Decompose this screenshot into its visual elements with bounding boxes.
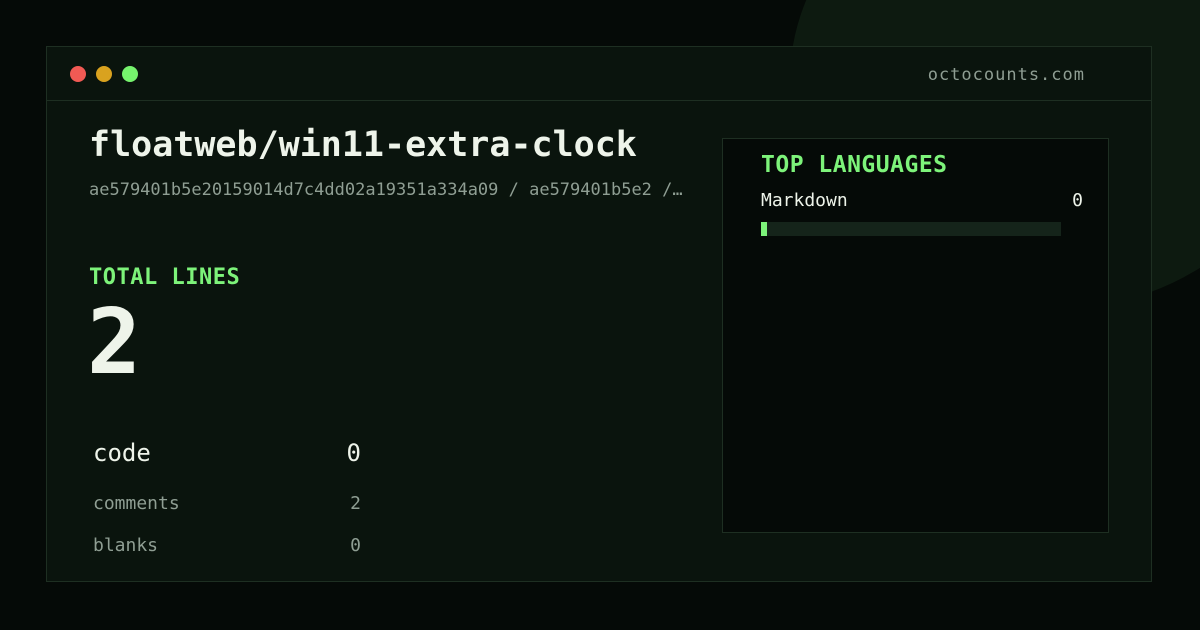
- stat-row-comments: comments 2: [93, 493, 361, 514]
- language-value: 0: [1072, 190, 1083, 211]
- maximize-dot-icon: [122, 66, 138, 82]
- stat-row-code: code 0: [93, 439, 361, 467]
- stat-value-comments: 2: [350, 493, 361, 514]
- stat-row-blanks: blanks 0: [93, 535, 361, 556]
- terminal-window: octocounts.com floatweb/win11-extra-cloc…: [46, 46, 1152, 582]
- language-name: Markdown: [761, 190, 848, 211]
- stat-value-blanks: 0: [350, 535, 361, 556]
- stat-label-code: code: [93, 439, 151, 467]
- language-row: Markdown 0: [761, 190, 1083, 211]
- repo-name: floatweb/win11-extra-clock: [89, 125, 637, 165]
- language-bar-fill: [761, 222, 767, 236]
- window-titlebar: octocounts.com: [47, 47, 1151, 101]
- total-lines-value: 2: [87, 290, 142, 395]
- stat-label-blanks: blanks: [93, 535, 159, 556]
- commit-ref: ae579401b5e20159014d7c4dd02a19351a334a09…: [89, 180, 683, 200]
- top-languages-panel: TOP LANGUAGES Markdown 0: [722, 138, 1109, 533]
- total-lines-label: TOTAL LINES: [89, 265, 241, 290]
- top-languages-title: TOP LANGUAGES: [761, 152, 948, 178]
- language-bar-track: [761, 222, 1061, 236]
- share-card: octocounts.com floatweb/win11-extra-cloc…: [0, 0, 1200, 630]
- minimize-dot-icon: [96, 66, 112, 82]
- stat-value-code: 0: [346, 439, 361, 467]
- stat-label-comments: comments: [93, 493, 180, 514]
- site-domain: octocounts.com: [927, 65, 1085, 85]
- close-dot-icon: [70, 66, 86, 82]
